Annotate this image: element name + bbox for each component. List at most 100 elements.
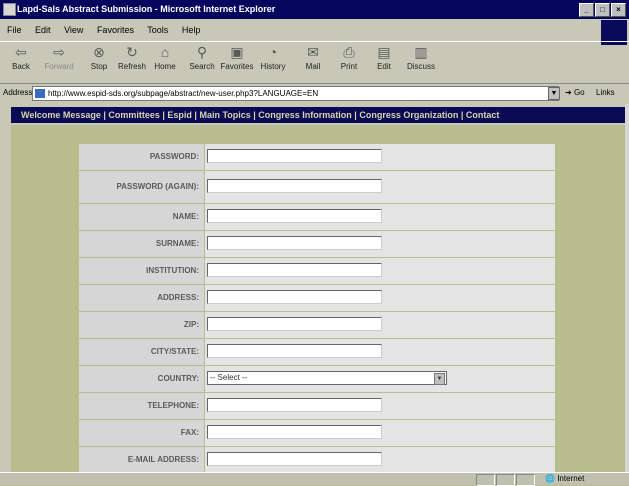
e-mail-address-input[interactable] (207, 452, 382, 466)
address-input[interactable]: http://www.espid-sds.org/subpage/abstrac… (32, 86, 559, 101)
form-row: ADDRESS: (79, 285, 555, 311)
ie-icon (3, 3, 16, 16)
form-row: E-MAIL ADDRESS: (79, 447, 555, 473)
site-navigation[interactable]: Welcome Message | Committees | Espid | M… (11, 107, 629, 123)
close-button[interactable]: × (611, 3, 626, 17)
edit-icon: ▤ (377, 44, 391, 60)
forward-button[interactable]: ⇨ Forward (42, 44, 76, 71)
form-row: PASSWORD (AGAIN): (79, 171, 555, 203)
print-button[interactable]: ⎙ Print (332, 44, 366, 71)
field-cell (205, 393, 555, 419)
country-select-value: -- Select -- (210, 373, 248, 382)
favorites-icon: ▣ (230, 44, 244, 60)
field-label: INSTITUTION: (79, 258, 204, 284)
field-cell: -- Select -- ▼ (205, 366, 555, 392)
window-controls: _ □ × (578, 3, 626, 17)
field-label: FAX: (79, 420, 204, 446)
form-row: INSTITUTION: (79, 258, 555, 284)
address-label: Address (3, 88, 33, 97)
city-state-input[interactable] (207, 344, 382, 358)
browser-window: Lapd-Sals Abstract Submission - Microsof… (0, 0, 629, 486)
status-bar: 🌐 Internet (0, 472, 629, 486)
form-row: FAX: (79, 420, 555, 446)
back-button[interactable]: ⇦ Back (4, 44, 38, 71)
window-title: Lapd-Sals Abstract Submission - Microsof… (17, 4, 276, 14)
discuss-button[interactable]: ▥ Discuss (404, 44, 438, 71)
title-bar: Lapd-Sals Abstract Submission - Microsof… (0, 0, 629, 19)
field-cell (205, 144, 555, 170)
address-dropdown-icon[interactable]: ▼ (548, 87, 560, 100)
field-cell (205, 231, 555, 257)
country-select[interactable]: -- Select -- ▼ (207, 371, 447, 385)
telephone-input[interactable] (207, 398, 382, 412)
mail-icon: ✉ (307, 44, 319, 60)
field-cell (205, 258, 555, 284)
address-input[interactable] (207, 290, 382, 304)
name-input[interactable] (207, 209, 382, 223)
search-icon: ⚲ (196, 44, 208, 60)
menu-help[interactable]: Help (182, 25, 201, 35)
print-icon: ⎙ (343, 44, 355, 60)
go-button[interactable]: ➜ Go (565, 88, 585, 97)
home-button[interactable]: ⌂ Home (148, 44, 182, 71)
address-url: http://www.espid-sds.org/subpage/abstrac… (48, 89, 319, 98)
field-label: NAME: (79, 204, 204, 230)
history-button[interactable]: ◔ History (256, 44, 290, 71)
refresh-icon: ↻ (126, 44, 138, 60)
mail-button[interactable]: ✉ Mail (296, 44, 330, 71)
institution-input[interactable] (207, 263, 382, 277)
vertical-scrollbar[interactable] (625, 104, 629, 472)
field-label: ADDRESS: (79, 285, 204, 311)
password-input[interactable] (207, 149, 382, 163)
page-icon (35, 89, 45, 98)
field-label: ZIP: (79, 312, 204, 338)
status-segment (476, 474, 495, 486)
home-icon: ⌂ (160, 44, 170, 60)
status-segment (516, 474, 535, 486)
menu-view[interactable]: View (64, 25, 83, 35)
form-row: PASSWORD: (79, 144, 555, 170)
menu-favorites[interactable]: Favorites (97, 25, 134, 35)
menu-bar: File Edit View Favorites Tools Help (0, 22, 629, 38)
stop-icon: ⊗ (93, 44, 105, 60)
address-bar: Address http://www.espid-sds.org/subpage… (0, 84, 629, 102)
field-label: E-MAIL ADDRESS: (79, 447, 204, 473)
discuss-icon: ▥ (414, 44, 428, 60)
menu-file[interactable]: File (7, 25, 22, 35)
surname-input[interactable] (207, 236, 382, 250)
field-label: PASSWORD: (79, 144, 204, 170)
field-label: PASSWORD (AGAIN): (79, 171, 204, 203)
form-row: CITY/STATE: (79, 339, 555, 365)
field-label: CITY/STATE: (79, 339, 204, 365)
toolbar: ⇦ Back ⇨ Forward ⊗ Stop ↻ Refresh ⌂ Home ⚲ Sea… (0, 41, 629, 84)
registration-form: PASSWORD: PASSWORD (AGAIN): NAME: SURNAME: I… (79, 144, 555, 474)
fax-input[interactable] (207, 425, 382, 439)
stop-button[interactable]: ⊗ Stop (82, 44, 116, 71)
forward-arrow-icon: ⇨ (53, 44, 65, 60)
field-cell (205, 312, 555, 338)
password-again-input[interactable] (207, 179, 382, 193)
field-cell (205, 339, 555, 365)
form-row: SURNAME: (79, 231, 555, 257)
back-arrow-icon: ⇦ (15, 44, 27, 60)
field-cell (205, 171, 555, 203)
links-button[interactable]: Links (596, 88, 615, 97)
field-cell (205, 420, 555, 446)
chevron-down-icon[interactable]: ▼ (434, 373, 445, 385)
field-cell (205, 447, 555, 473)
favorites-button[interactable]: ▣ Favorites (220, 44, 254, 71)
field-label: COUNTRY: (79, 366, 204, 392)
field-cell (205, 285, 555, 311)
zip-input[interactable] (207, 317, 382, 331)
menu-edit[interactable]: Edit (35, 25, 51, 35)
minimize-button[interactable]: _ (579, 3, 594, 17)
field-label: SURNAME: (79, 231, 204, 257)
form-row: COUNTRY: -- Select -- ▼ (79, 366, 555, 392)
maximize-button[interactable]: □ (595, 3, 610, 17)
refresh-button[interactable]: ↻ Refresh (115, 44, 149, 71)
form-row: ZIP: (79, 312, 555, 338)
status-segment (496, 474, 515, 486)
search-button[interactable]: ⚲ Search (185, 44, 219, 71)
edit-button[interactable]: ▤ Edit (367, 44, 401, 71)
menu-tools[interactable]: Tools (147, 25, 168, 35)
